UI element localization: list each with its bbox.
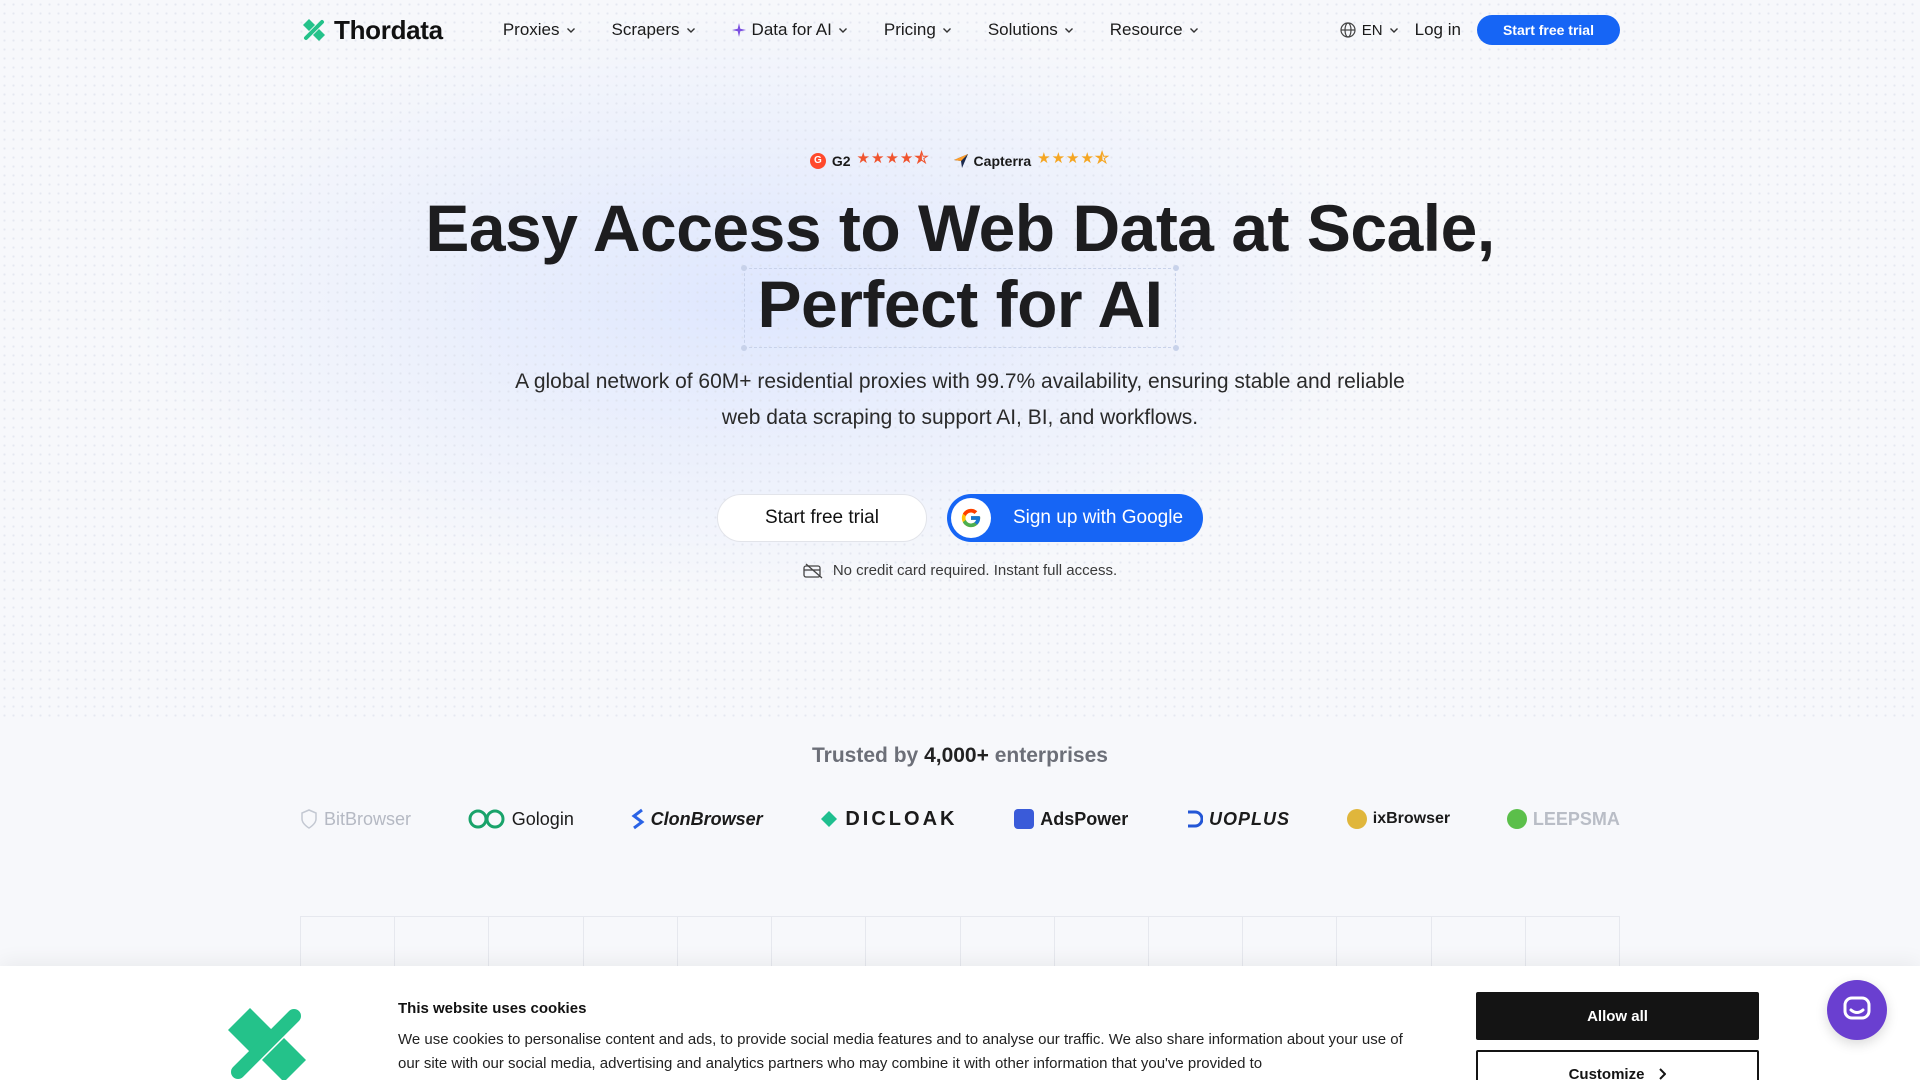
- partner-name: UOPLUS: [1209, 808, 1291, 829]
- nav-item-data-for-ai[interactable]: Data for AI: [731, 20, 848, 40]
- nav-item-proxies[interactable]: Proxies: [503, 20, 576, 40]
- dicloak-icon: [821, 811, 838, 827]
- uoplus-icon: [1188, 810, 1203, 828]
- nav-start-free-trial-button[interactable]: Start free trial: [1476, 15, 1620, 45]
- hero-title: Easy Access to Web Data at Scale, Perfec…: [0, 190, 1920, 351]
- customize-cookies-button[interactable]: Customize: [1476, 1050, 1759, 1080]
- globe-icon: [1340, 22, 1356, 38]
- clonbrowser-icon: [631, 808, 645, 830]
- start-free-trial-button[interactable]: Start free trial: [716, 494, 927, 542]
- partner-name: LEEPSMA: [1532, 808, 1620, 829]
- trusted-prefix: Trusted by: [812, 744, 919, 767]
- chevron-down-icon: [686, 28, 695, 33]
- chevron-down-icon: [1064, 28, 1073, 33]
- capterra-icon: [953, 153, 968, 168]
- nav-item-solutions[interactable]: Solutions: [988, 20, 1074, 40]
- partner-logo-ixbrowser: ixBrowser: [1346, 809, 1451, 829]
- chevron-down-icon: [838, 28, 847, 33]
- partner-logo-adspower: AdsPower: [1014, 809, 1128, 830]
- nav-item-scrapers[interactable]: Scrapers: [612, 20, 696, 40]
- chat-icon: [1843, 996, 1871, 1020]
- no-credit-card-icon: [803, 563, 823, 578]
- trusted-by-heading: Trusted by 4,000+ enterprises: [0, 744, 1920, 768]
- top-navbar: Thordata Proxies Scrapers Data for AI Pr…: [300, 0, 1620, 60]
- allow-all-cookies-button[interactable]: Allow all: [1476, 992, 1759, 1040]
- hero-subtitle-line1: A global network of 60M+ residential pro…: [515, 370, 1405, 393]
- rating-source: G2: [831, 152, 851, 169]
- partner-name: Gologin: [511, 808, 574, 829]
- login-link[interactable]: Log in: [1415, 20, 1461, 40]
- bitbrowser-icon: [301, 809, 317, 829]
- nav-item-resource[interactable]: Resource: [1110, 20, 1199, 40]
- nav-menu: Proxies Scrapers Data for AI Pricing Sol…: [503, 20, 1235, 40]
- partner-name: BitBrowser: [324, 808, 412, 829]
- partner-logo-dicloak: DICLOAK: [819, 808, 957, 831]
- sparkle-icon: [731, 23, 746, 37]
- cookie-banner: This website uses cookies We use cookies…: [0, 966, 1920, 1080]
- partner-logo-leepsma: LEEPSMA: [1506, 808, 1620, 830]
- partner-logo-clonbrowser: ClonBrowser: [631, 808, 763, 830]
- hero-subtitle: A global network of 60M+ residential pro…: [0, 364, 1920, 436]
- partner-name: DICLOAK: [845, 807, 958, 830]
- rating-stars: ★★★★⯪: [1037, 150, 1111, 167]
- no-credit-card-text: No credit card required. Instant full ac…: [832, 562, 1118, 579]
- frame-handle: [1173, 265, 1180, 271]
- rating-source: Capterra: [973, 152, 1032, 169]
- brand-name: Thordata: [334, 14, 443, 45]
- no-credit-card-note: No credit card required. Instant full ac…: [0, 562, 1920, 579]
- language-code: EN: [1361, 21, 1383, 39]
- partner-logos: BitBrowser Gologin ClonBrowser DICLOAK A…: [300, 802, 1620, 836]
- partner-logo-uoplus: UOPLUS: [1185, 809, 1290, 830]
- language-selector[interactable]: EN: [1340, 22, 1399, 39]
- nav-item-label: Pricing: [883, 20, 936, 39]
- nav-item-label: Scrapers: [611, 20, 680, 39]
- gologin-icon: [468, 809, 505, 829]
- nav-item-pricing[interactable]: Pricing: [884, 20, 952, 40]
- chevron-down-icon: [566, 28, 575, 33]
- hero-subtitle-line2: web data scraping to support AI, BI, and…: [721, 406, 1199, 429]
- chat-widget-button[interactable]: [1827, 980, 1887, 1040]
- chevron-down-icon: [942, 28, 951, 33]
- partner-logo-gologin: Gologin: [468, 809, 574, 830]
- partner-name: AdsPower: [1040, 808, 1129, 829]
- brand-logo[interactable]: Thordata: [300, 15, 443, 46]
- hero-background-dots: [0, 0, 1920, 720]
- rating-stars: ★★★★⯪: [856, 150, 930, 167]
- leepsma-icon: [1506, 809, 1527, 829]
- hero-title-line2: Perfect for AI: [757, 267, 1163, 341]
- sign-up-google-button[interactable]: Sign up with Google: [946, 494, 1204, 542]
- customize-label: Customize: [1568, 1065, 1645, 1080]
- frame-handle: [740, 265, 747, 271]
- chevron-down-icon: [1189, 28, 1198, 33]
- sign-up-google-label: Sign up with Google: [1012, 507, 1184, 528]
- nav-item-label: Solutions: [987, 20, 1058, 39]
- thordata-logo-icon: [228, 1008, 306, 1080]
- ixbrowser-icon: [1346, 809, 1367, 829]
- frame-handle: [740, 345, 747, 351]
- nav-item-label: Data for AI: [751, 20, 832, 39]
- thordata-logo-icon: [303, 19, 325, 41]
- partner-name: ClonBrowser: [650, 808, 763, 829]
- partner-name: ixBrowser: [1372, 810, 1451, 827]
- trusted-count: 4,000+: [924, 744, 989, 767]
- nav-right: EN Log in Start free trial: [1340, 15, 1620, 45]
- hero-title-line2-wrap: Perfect for AI: [740, 265, 1180, 351]
- nav-item-label: Proxies: [502, 20, 560, 39]
- rating-capterra[interactable]: Capterra ★★★★⯪: [953, 148, 1111, 173]
- adspower-icon: [1014, 809, 1035, 829]
- google-icon: [950, 498, 991, 538]
- chevron-right-icon: [1659, 1068, 1667, 1080]
- trusted-suffix: enterprises: [994, 744, 1108, 767]
- g2-icon: G: [809, 152, 826, 169]
- ratings-row: G G2 ★★★★⯪ Capterra ★★★★⯪: [0, 148, 1920, 173]
- rating-g2[interactable]: G G2 ★★★★⯪: [809, 148, 930, 173]
- partner-logo-bitbrowser: BitBrowser: [300, 809, 411, 830]
- cookie-title: This website uses cookies: [398, 1000, 587, 1017]
- hero-cta-row: Start free trial Sign up with Google: [0, 494, 1920, 542]
- chevron-down-icon: [1389, 28, 1398, 33]
- cookie-text: We use cookies to personalise content an…: [398, 1031, 1403, 1072]
- hero-title-line1: Easy Access to Web Data at Scale,: [425, 191, 1495, 265]
- nav-item-label: Resource: [1109, 20, 1183, 39]
